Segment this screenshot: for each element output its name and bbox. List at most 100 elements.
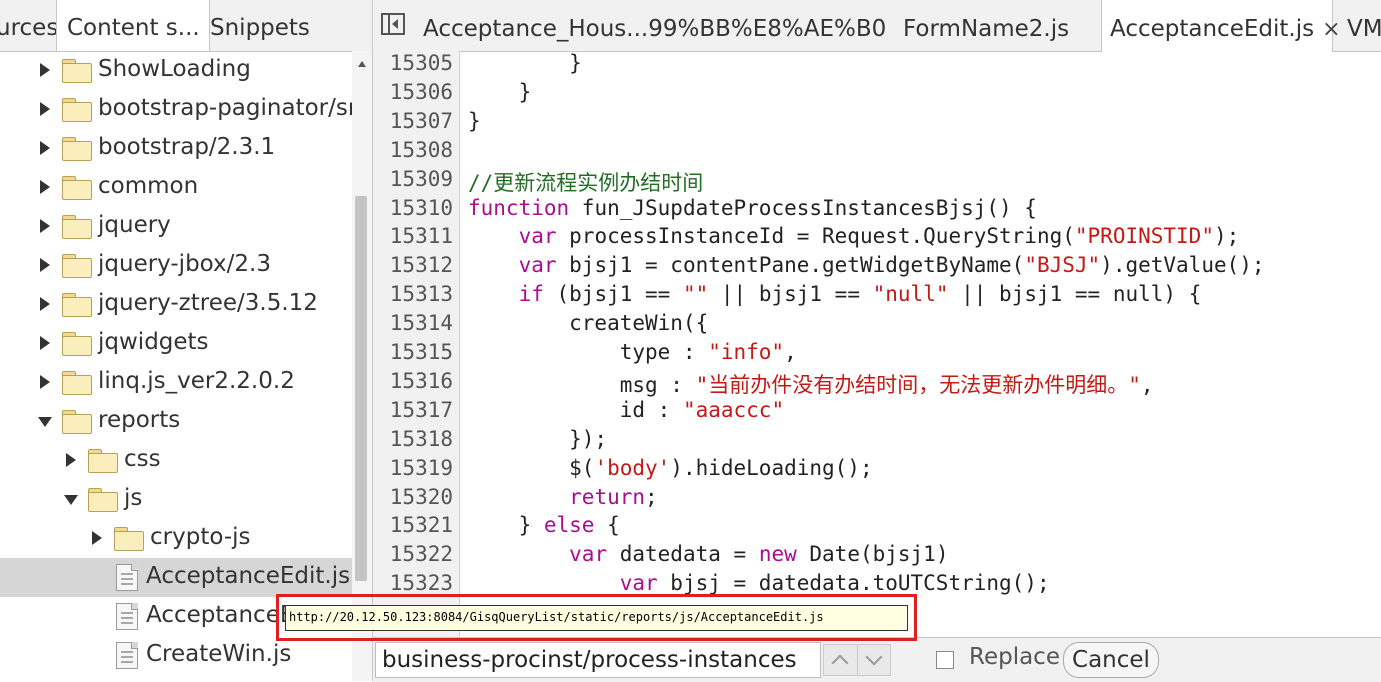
tree-file-item[interactable]: AcceptanceEdit.js (0, 558, 352, 597)
line-number[interactable]: 15307 (373, 109, 453, 133)
tab-formname2[interactable]: FormName2.js (903, 0, 1069, 51)
line-number[interactable]: 15305 (373, 51, 453, 75)
tree-folder-item[interactable]: ShowLoading (0, 51, 352, 90)
tree-item-label: reports (98, 407, 181, 433)
disclosure-right-icon[interactable] (40, 141, 50, 155)
code-line[interactable]: var bjsj1 = contentPane.getWidgetByName(… (468, 253, 1265, 277)
code-line[interactable]: var bjsj = datedata.toUTCString(); (468, 571, 1050, 595)
search-input[interactable]: business-procinst/process-instances (375, 642, 821, 678)
tab-acceptanceedit[interactable]: AcceptanceEdit.js × (1101, 0, 1341, 52)
tree-folder-item[interactable]: jquery (0, 207, 352, 246)
disclosure-right-icon[interactable] (40, 180, 50, 194)
disclosure-down-icon[interactable] (64, 495, 78, 505)
line-number[interactable]: 15317 (373, 398, 453, 422)
code-line[interactable]: var processInstanceId = Request.QueryStr… (468, 224, 1240, 249)
disclosure-right-icon[interactable] (40, 336, 50, 350)
editor-panel: Acceptance_Hous...99%BB%E8%AE%B0 FormNam… (373, 0, 1381, 682)
disclosure-right-icon[interactable] (40, 258, 50, 272)
line-number[interactable]: 15318 (373, 427, 453, 451)
tab-acceptance-hous[interactable]: Acceptance_Hous...99%BB%E8%AE%B0 (423, 0, 886, 51)
search-next-button[interactable] (857, 644, 891, 676)
code-line[interactable]: id : "aaaccc" (468, 398, 784, 422)
disclosure-right-icon[interactable] (40, 297, 50, 311)
line-number[interactable]: 15321 (373, 513, 453, 537)
line-number[interactable]: 15323 (373, 571, 453, 595)
line-number[interactable]: 15313 (373, 282, 453, 306)
code-line[interactable]: msg : "当前办件没有办结时间，无法更新办件明细。", (468, 369, 1154, 399)
line-number[interactable]: 15312 (373, 253, 453, 277)
line-number[interactable]: 15319 (373, 456, 453, 480)
tree-file-item[interactable]: CreateWin.js (0, 636, 352, 675)
line-number[interactable]: 15306 (373, 80, 453, 104)
code-token: var (619, 571, 658, 596)
code-token: function (468, 195, 570, 220)
tree-folder-item[interactable]: jquery-ztree/3.5.12 (0, 285, 352, 324)
line-number[interactable]: 15322 (373, 542, 453, 566)
line-number[interactable]: 15320 (373, 485, 453, 509)
code-line[interactable]: if (bjsj1 == "" || bjsj1 == "null" || bj… (468, 282, 1202, 306)
tab-acceptanceedit-label: AcceptanceEdit.js (1110, 16, 1315, 42)
line-number[interactable]: 15310 (373, 196, 453, 220)
line-number[interactable]: 15311 (373, 224, 453, 248)
code-line[interactable]: }); (468, 427, 607, 451)
code-token: "PROINSTID" (1074, 224, 1214, 249)
tree-folder-item[interactable]: jquery-jbox/2.3 (0, 246, 352, 285)
code-token: msg : (468, 372, 696, 397)
scrollbar-thumb[interactable] (355, 196, 367, 581)
line-number[interactable]: 15309 (373, 167, 453, 191)
code-line[interactable]: } (468, 109, 481, 133)
disclosure-right-icon[interactable] (66, 453, 76, 467)
replace-checkbox[interactable] (936, 651, 954, 669)
disclosure-right-icon[interactable] (92, 531, 102, 545)
file-tree: ShowLoading bootstrap-paginator/sr bootstr… (0, 51, 352, 681)
disclosure-down-icon[interactable] (38, 417, 52, 427)
tree-folder-item[interactable]: bootstrap-paginator/sr (0, 90, 352, 129)
tab-sources[interactable]: urces (0, 0, 58, 51)
code-line[interactable]: //更新流程实例办结时间 (468, 167, 703, 197)
code-line[interactable]: $('body').hideLoading(); (468, 455, 873, 480)
url-tooltip-highlight: http://20.12.50.123:8084/GisqQueryList/s… (276, 594, 917, 641)
toggle-navigator-icon[interactable] (381, 13, 405, 35)
code-line[interactable]: } (468, 80, 532, 104)
disclosure-right-icon[interactable] (40, 102, 50, 116)
code-line[interactable]: function fun_JSupdateProcessInstancesBjs… (468, 196, 1037, 220)
folder-icon (62, 410, 92, 434)
code-line[interactable]: } (468, 51, 582, 75)
tree-scrollbar[interactable] (352, 51, 372, 681)
tree-item-label: crypto-js (150, 524, 251, 550)
tree-folder-item[interactable]: common (0, 168, 352, 207)
line-number[interactable]: 15316 (373, 369, 453, 393)
disclosure-right-icon[interactable] (40, 63, 50, 77)
tree-folder-item[interactable]: linq.js_ver2.2.0.2 (0, 363, 352, 402)
tree-folder-item[interactable]: jqwidgets (0, 324, 352, 363)
scroll-up-arrow-icon[interactable] (358, 61, 366, 67)
line-number[interactable]: 15308 (373, 138, 453, 162)
tab-content-scripts[interactable]: Content s... (56, 0, 210, 51)
tab-snippets[interactable]: Snippets (210, 0, 310, 51)
code-line[interactable]: type : "info", (468, 340, 797, 364)
disclosure-right-icon[interactable] (40, 375, 50, 389)
code-line[interactable]: } else { (468, 513, 620, 537)
tree-item-label: AcceptanceE (146, 602, 295, 628)
tree-folder-item[interactable]: crypto-js (0, 519, 352, 558)
code-line[interactable]: return; (468, 485, 658, 509)
tree-folder-item[interactable]: css (0, 441, 352, 480)
tab-vm[interactable]: VM (1347, 0, 1381, 51)
line-number[interactable]: 15315 (373, 340, 453, 364)
code-line[interactable]: createWin({ (468, 311, 708, 335)
code-editor[interactable]: 15305 15306 15307 15308 15309 15310 15311 15312… (373, 51, 1381, 637)
cancel-button[interactable]: Cancel (1063, 642, 1159, 678)
tree-folder-item[interactable]: bootstrap/2.3.1 (0, 129, 352, 168)
search-prev-button[interactable] (823, 644, 857, 676)
line-number[interactable]: 15314 (373, 311, 453, 335)
code-token: createWin({ (468, 311, 709, 336)
tree-item-label: AcceptanceEdit.js (146, 563, 351, 589)
close-tab-icon[interactable]: × (1322, 17, 1340, 42)
code-token: ).hideLoading(); (670, 455, 873, 480)
code-line[interactable]: var datedata = new Date(bjsj1) (468, 542, 948, 566)
tree-folder-item[interactable]: js (0, 480, 352, 519)
disclosure-right-icon[interactable] (40, 219, 50, 233)
tree-folder-item[interactable]: reports (0, 402, 352, 441)
